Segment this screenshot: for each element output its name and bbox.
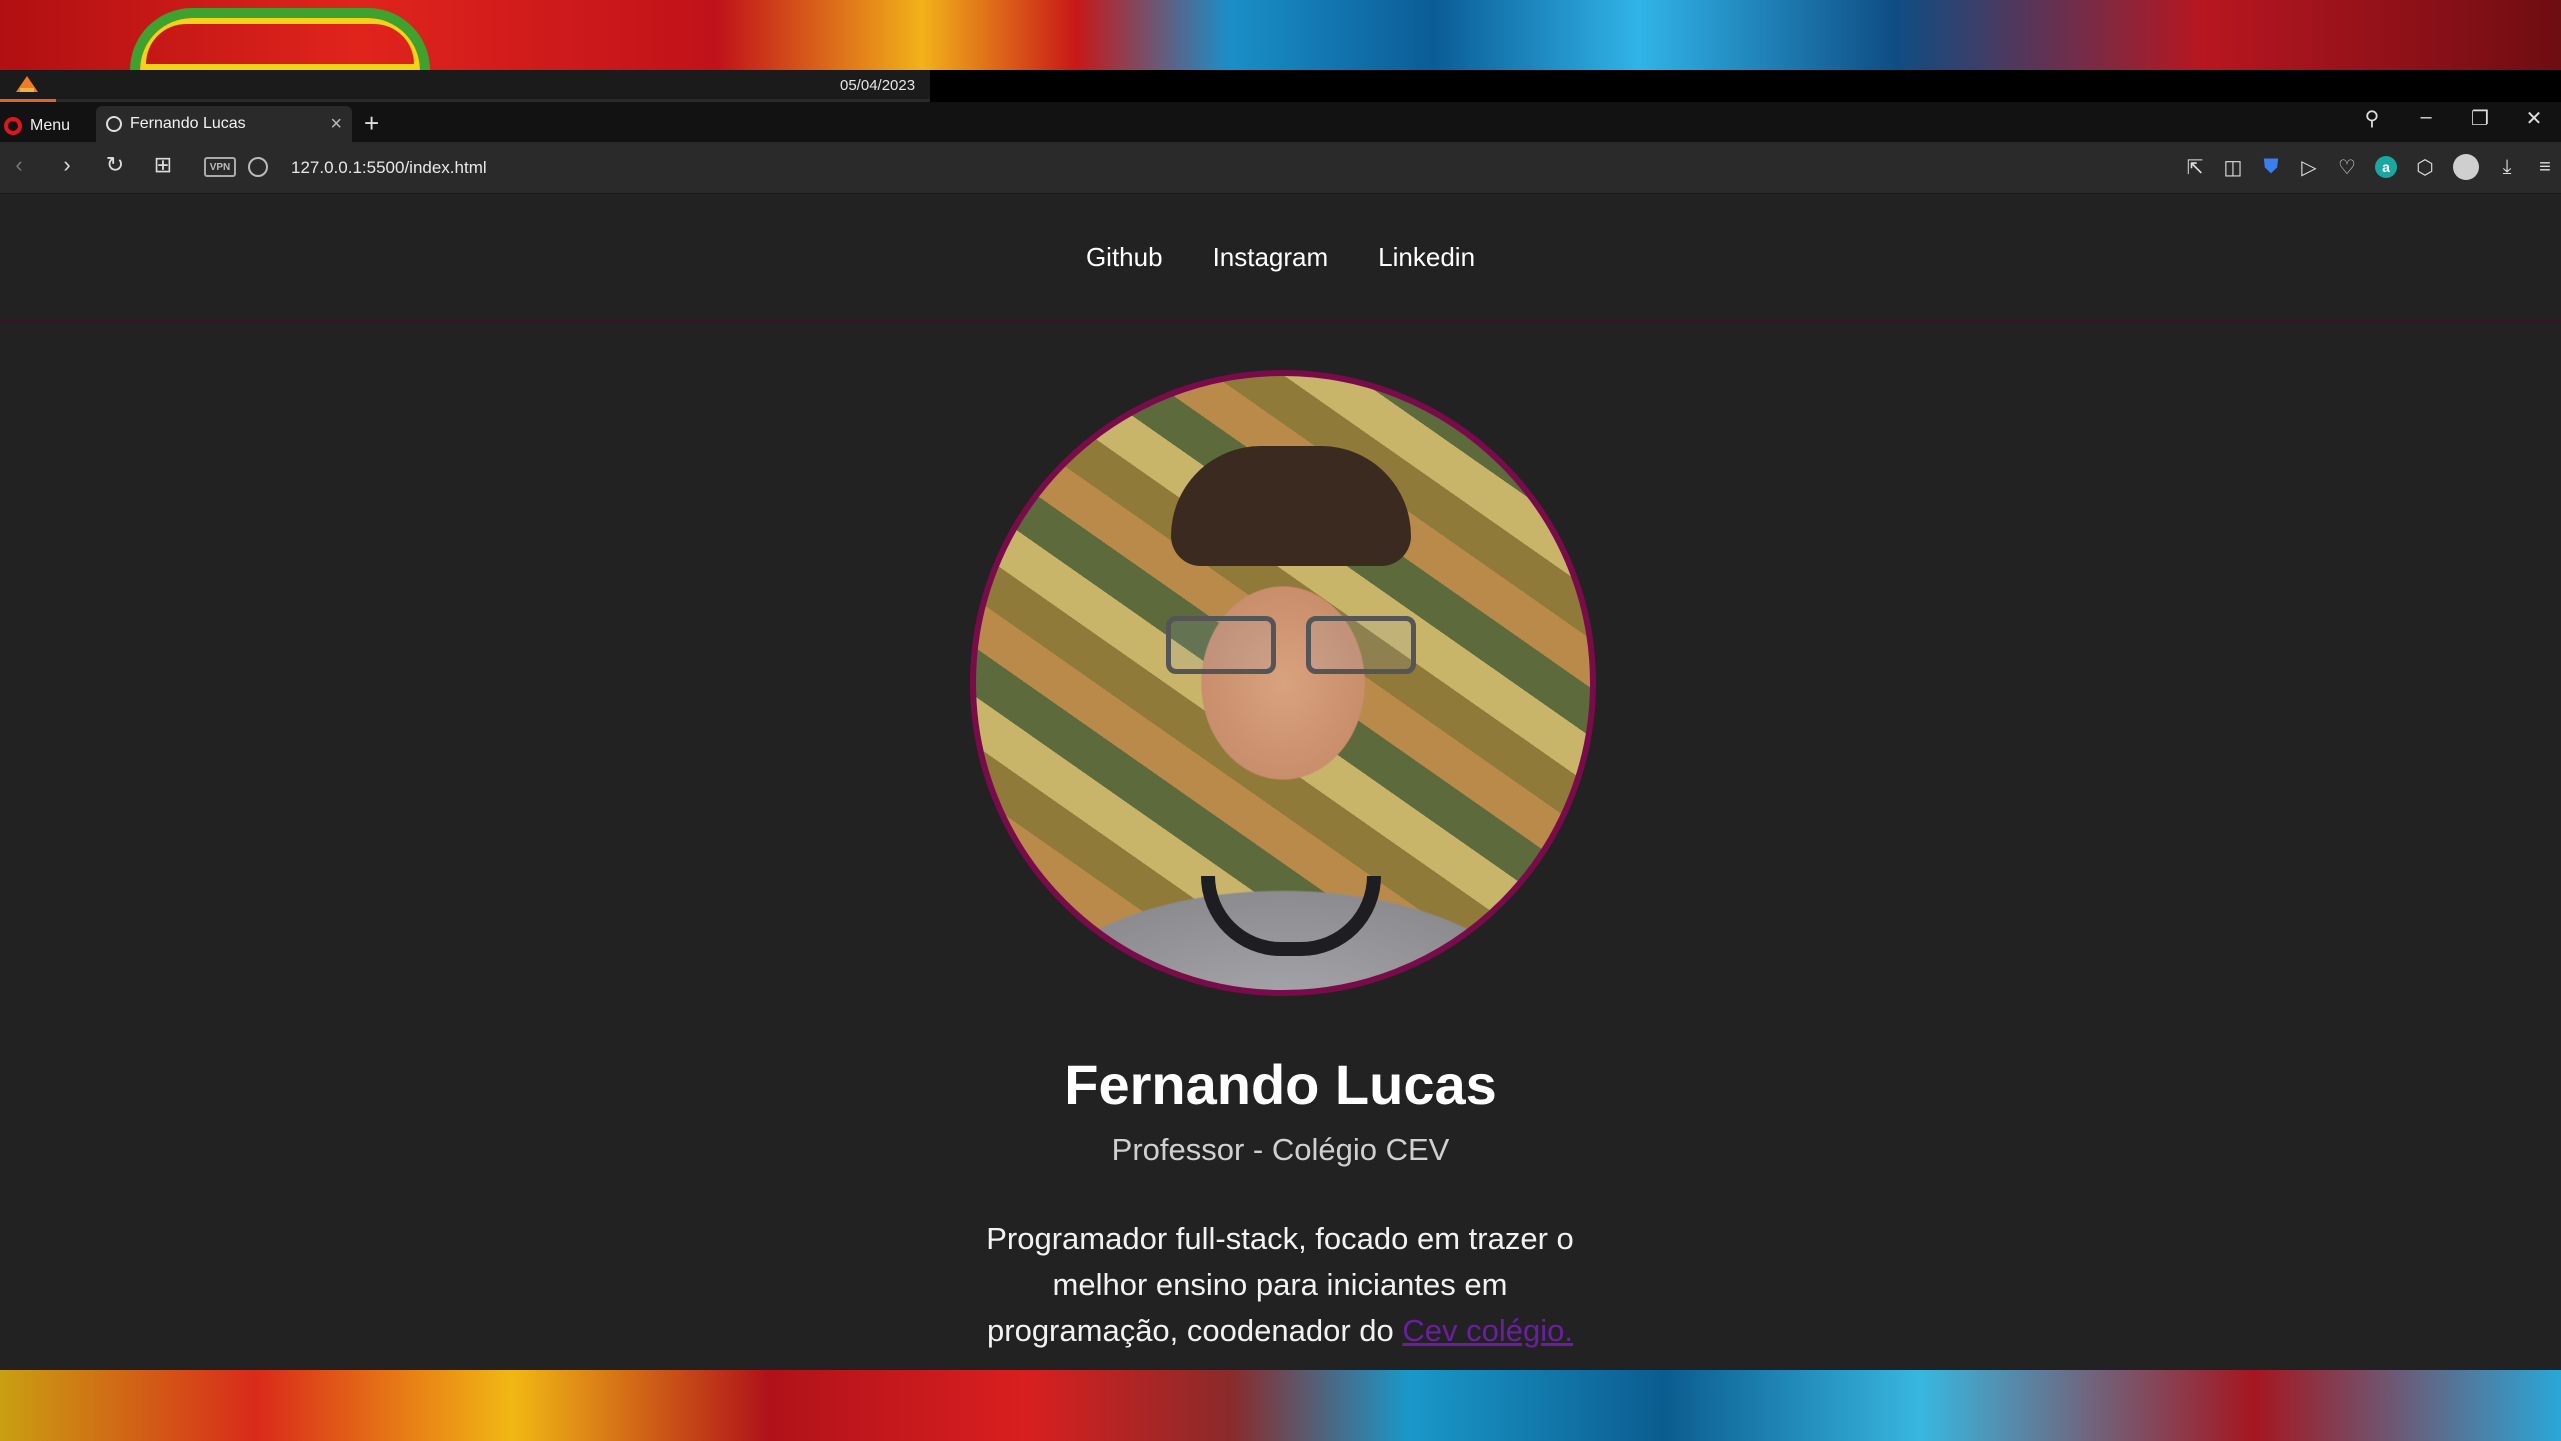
globe-icon [106, 116, 122, 132]
desktop-wallpaper-top [0, 0, 2561, 70]
app-logo-icon [16, 76, 38, 92]
download-icon[interactable]: ⤓ [2497, 156, 2517, 179]
site-info-icon[interactable] [248, 157, 268, 177]
heart-icon[interactable]: ♡ [2337, 155, 2357, 180]
system-date: 05/04/2023 [840, 77, 916, 94]
system-taskbar: 05/04/2023 [0, 70, 930, 102]
profile-bio: Programador full-stack, focado em trazer… [960, 1216, 1600, 1354]
desktop-wallpaper-bottom [0, 1370, 2561, 1441]
play-icon[interactable]: ▷ [2299, 155, 2319, 180]
nav-link-github[interactable]: Github [1086, 242, 1163, 273]
site-navigation: Github Instagram Linkedin [0, 194, 2561, 322]
cube-icon[interactable]: ⬡ [2415, 155, 2435, 180]
menu-label: Menu [30, 117, 71, 134]
browser-tabbar: Menu Fernando Lucas × + ⚲ – ❐ ✕ [0, 102, 2561, 142]
back-icon[interactable]: ‹ [8, 152, 30, 178]
profile-photo [970, 370, 1596, 996]
forward-icon[interactable]: › [56, 152, 78, 178]
url-field[interactable]: 127.0.0.1:5500/index.html [291, 158, 487, 178]
browser-tab[interactable]: Fernando Lucas × [96, 106, 352, 142]
bio-link-cev[interactable]: Cev colégio. [1402, 1313, 1573, 1348]
shield-icon[interactable]: ⛊ [2261, 156, 2281, 179]
close-window-icon[interactable]: ✕ [2523, 106, 2545, 131]
window-controls: ⚲ – ❐ ✕ [2361, 106, 2561, 131]
dragon-artwork [130, 8, 430, 70]
profile-role: Professor - Colégio CEV [1111, 1132, 1450, 1167]
tab-title: Fernando Lucas [130, 115, 246, 132]
new-tab-icon[interactable]: + [364, 108, 379, 139]
aria-icon[interactable]: a [2375, 156, 2397, 178]
web-page: Github Instagram Linkedin Fernando Lucas… [0, 194, 2561, 1370]
sidebar-menu-icon[interactable]: ≡ [2535, 156, 2555, 179]
minimize-icon[interactable]: – [2415, 106, 2437, 131]
restore-icon[interactable]: ❐ [2469, 106, 2491, 131]
search-icon[interactable]: ⚲ [2361, 106, 2383, 131]
tabs-grid-icon[interactable]: ⊞ [152, 152, 174, 178]
profile-name: Fernando Lucas [1064, 1053, 1497, 1116]
nav-link-linkedin[interactable]: Linkedin [1378, 242, 1475, 273]
reload-icon[interactable]: ↻ [104, 152, 126, 178]
camera-icon[interactable]: ◫ [2223, 155, 2243, 180]
profile-icon[interactable] [2453, 154, 2479, 180]
close-tab-icon[interactable]: × [330, 113, 342, 136]
vpn-badge[interactable]: VPN [204, 157, 236, 177]
share-icon[interactable]: ⇱ [2185, 155, 2205, 180]
browser-menu-button[interactable]: Menu [0, 112, 84, 140]
opera-logo-icon [4, 117, 22, 135]
nav-link-instagram[interactable]: Instagram [1213, 242, 1329, 273]
address-bar: ‹ › ↻ ⊞ VPN 127.0.0.1:5500/index.html ⇱ … [0, 142, 2561, 194]
